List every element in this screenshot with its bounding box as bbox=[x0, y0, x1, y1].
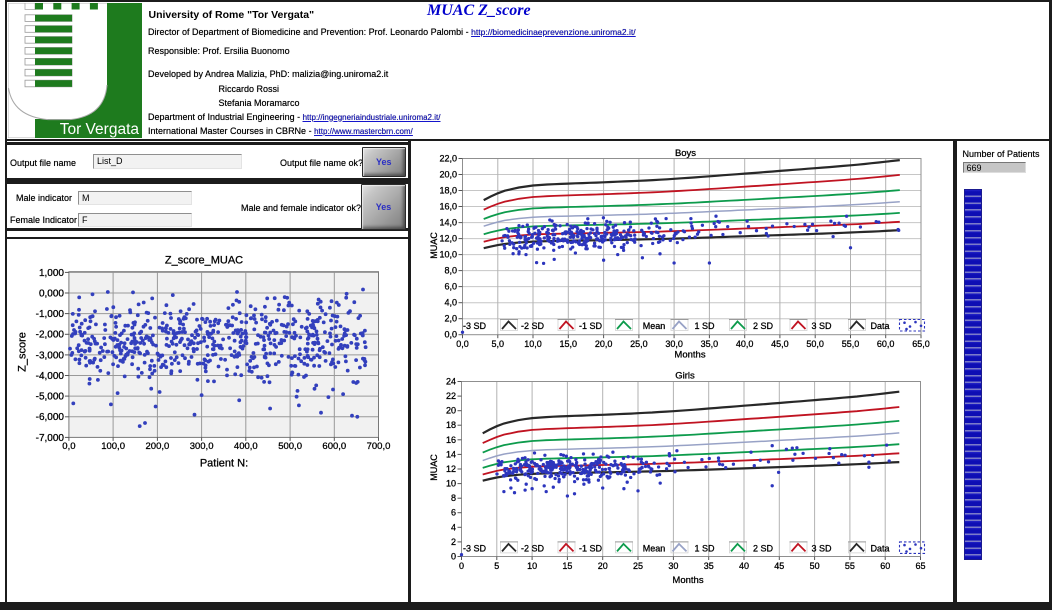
svg-text:5: 5 bbox=[494, 561, 499, 571]
svg-text:MUAC: MUAC bbox=[429, 232, 439, 259]
svg-text:6,0: 6,0 bbox=[444, 282, 457, 292]
svg-text:55,0: 55,0 bbox=[842, 339, 860, 349]
svg-text:18,0: 18,0 bbox=[439, 186, 457, 196]
svg-text:60,0: 60,0 bbox=[877, 339, 895, 349]
svg-text:12: 12 bbox=[446, 464, 456, 474]
svg-text:1 SD: 1 SD bbox=[694, 321, 715, 331]
svg-text:40,0: 40,0 bbox=[736, 339, 754, 349]
svg-text:22: 22 bbox=[446, 391, 456, 401]
svg-text:600,0: 600,0 bbox=[322, 441, 346, 452]
svg-text:-7,000: -7,000 bbox=[36, 433, 65, 444]
svg-text:100,0: 100,0 bbox=[101, 441, 125, 452]
svg-text:3 SD: 3 SD bbox=[811, 543, 832, 553]
svg-text:Z_score: Z_score bbox=[17, 332, 29, 372]
svg-text:16,0: 16,0 bbox=[439, 202, 457, 212]
svg-text:-2 SD: -2 SD bbox=[521, 321, 545, 331]
svg-text:20: 20 bbox=[598, 561, 608, 571]
svg-text:14: 14 bbox=[446, 449, 456, 459]
svg-text:700,0: 700,0 bbox=[367, 441, 391, 452]
svg-text:10: 10 bbox=[446, 479, 456, 489]
svg-text:10: 10 bbox=[527, 561, 537, 571]
svg-text:0,000: 0,000 bbox=[39, 288, 64, 299]
svg-text:-5,000: -5,000 bbox=[36, 392, 65, 403]
svg-text:20,0: 20,0 bbox=[439, 170, 457, 180]
svg-text:16: 16 bbox=[446, 435, 456, 445]
svg-text:Months: Months bbox=[674, 350, 705, 361]
svg-text:15,0: 15,0 bbox=[560, 339, 578, 349]
svg-text:50,0: 50,0 bbox=[806, 339, 824, 349]
svg-text:30,0: 30,0 bbox=[665, 339, 683, 349]
svg-text:-3,000: -3,000 bbox=[36, 350, 65, 361]
svg-text:55: 55 bbox=[845, 561, 855, 571]
svg-text:8: 8 bbox=[451, 493, 456, 503]
svg-text:25,0: 25,0 bbox=[630, 339, 648, 349]
svg-text:300,0: 300,0 bbox=[190, 441, 214, 452]
svg-text:60: 60 bbox=[880, 561, 890, 571]
svg-text:Boys: Boys bbox=[675, 148, 696, 159]
svg-text:5,0: 5,0 bbox=[492, 339, 505, 349]
svg-text:-3 SD: -3 SD bbox=[463, 321, 487, 331]
svg-text:30: 30 bbox=[668, 561, 678, 571]
svg-text:35,0: 35,0 bbox=[701, 339, 719, 349]
svg-text:0,0: 0,0 bbox=[456, 339, 469, 349]
svg-text:40: 40 bbox=[739, 561, 749, 571]
svg-text:20: 20 bbox=[446, 406, 456, 416]
svg-text:4: 4 bbox=[451, 522, 456, 532]
svg-text:65: 65 bbox=[915, 561, 925, 571]
svg-text:Patient N:: Patient N: bbox=[200, 458, 248, 470]
svg-text:0,0: 0,0 bbox=[62, 441, 75, 452]
svg-text:Data: Data bbox=[870, 321, 889, 331]
svg-text:45,0: 45,0 bbox=[771, 339, 789, 349]
svg-text:3 SD: 3 SD bbox=[811, 321, 832, 331]
svg-text:MUAC: MUAC bbox=[429, 454, 439, 481]
svg-text:4,0: 4,0 bbox=[444, 298, 457, 308]
svg-text:Mean: Mean bbox=[643, 543, 666, 553]
svg-text:14,0: 14,0 bbox=[439, 218, 457, 228]
svg-text:1 SD: 1 SD bbox=[694, 543, 715, 553]
svg-text:-1 SD: -1 SD bbox=[579, 543, 603, 553]
svg-text:-1 SD: -1 SD bbox=[579, 321, 603, 331]
svg-text:35: 35 bbox=[704, 561, 714, 571]
svg-text:400,0: 400,0 bbox=[234, 441, 258, 452]
svg-text:Months: Months bbox=[672, 575, 703, 586]
svg-text:12,0: 12,0 bbox=[439, 234, 457, 244]
svg-text:-4,000: -4,000 bbox=[36, 371, 65, 382]
svg-text:25: 25 bbox=[633, 561, 643, 571]
svg-text:-6,000: -6,000 bbox=[36, 412, 65, 423]
svg-text:200,0: 200,0 bbox=[146, 441, 170, 452]
svg-text:24: 24 bbox=[446, 377, 456, 387]
svg-text:50: 50 bbox=[810, 561, 820, 571]
svg-text:8,0: 8,0 bbox=[444, 266, 457, 276]
svg-text:22,0: 22,0 bbox=[439, 154, 457, 164]
svg-text:10,0: 10,0 bbox=[524, 339, 542, 349]
svg-text:0: 0 bbox=[451, 552, 456, 562]
svg-text:-1,000: -1,000 bbox=[36, 309, 65, 320]
svg-text:0,0: 0,0 bbox=[444, 330, 457, 340]
svg-text:-3 SD: -3 SD bbox=[463, 543, 487, 553]
svg-text:2: 2 bbox=[451, 537, 456, 547]
svg-text:2 SD: 2 SD bbox=[753, 321, 774, 331]
svg-text:Z_score_MUAC: Z_score_MUAC bbox=[165, 255, 243, 267]
svg-text:-2,000: -2,000 bbox=[36, 330, 65, 341]
svg-text:20,0: 20,0 bbox=[595, 339, 613, 349]
svg-text:18: 18 bbox=[446, 420, 456, 430]
svg-text:-2 SD: -2 SD bbox=[521, 543, 545, 553]
svg-text:Mean: Mean bbox=[643, 321, 666, 331]
svg-text:15: 15 bbox=[562, 561, 572, 571]
svg-text:0: 0 bbox=[459, 561, 464, 571]
svg-text:65,0: 65,0 bbox=[912, 339, 930, 349]
svg-text:2,0: 2,0 bbox=[444, 314, 457, 324]
svg-text:10,0: 10,0 bbox=[439, 250, 457, 260]
svg-text:Data: Data bbox=[870, 543, 889, 553]
svg-text:6: 6 bbox=[451, 508, 456, 518]
svg-text:2 SD: 2 SD bbox=[753, 543, 774, 553]
svg-text:Girls: Girls bbox=[675, 371, 695, 382]
svg-text:1,000: 1,000 bbox=[39, 268, 64, 279]
svg-text:500,0: 500,0 bbox=[278, 441, 302, 452]
svg-text:45: 45 bbox=[774, 561, 784, 571]
